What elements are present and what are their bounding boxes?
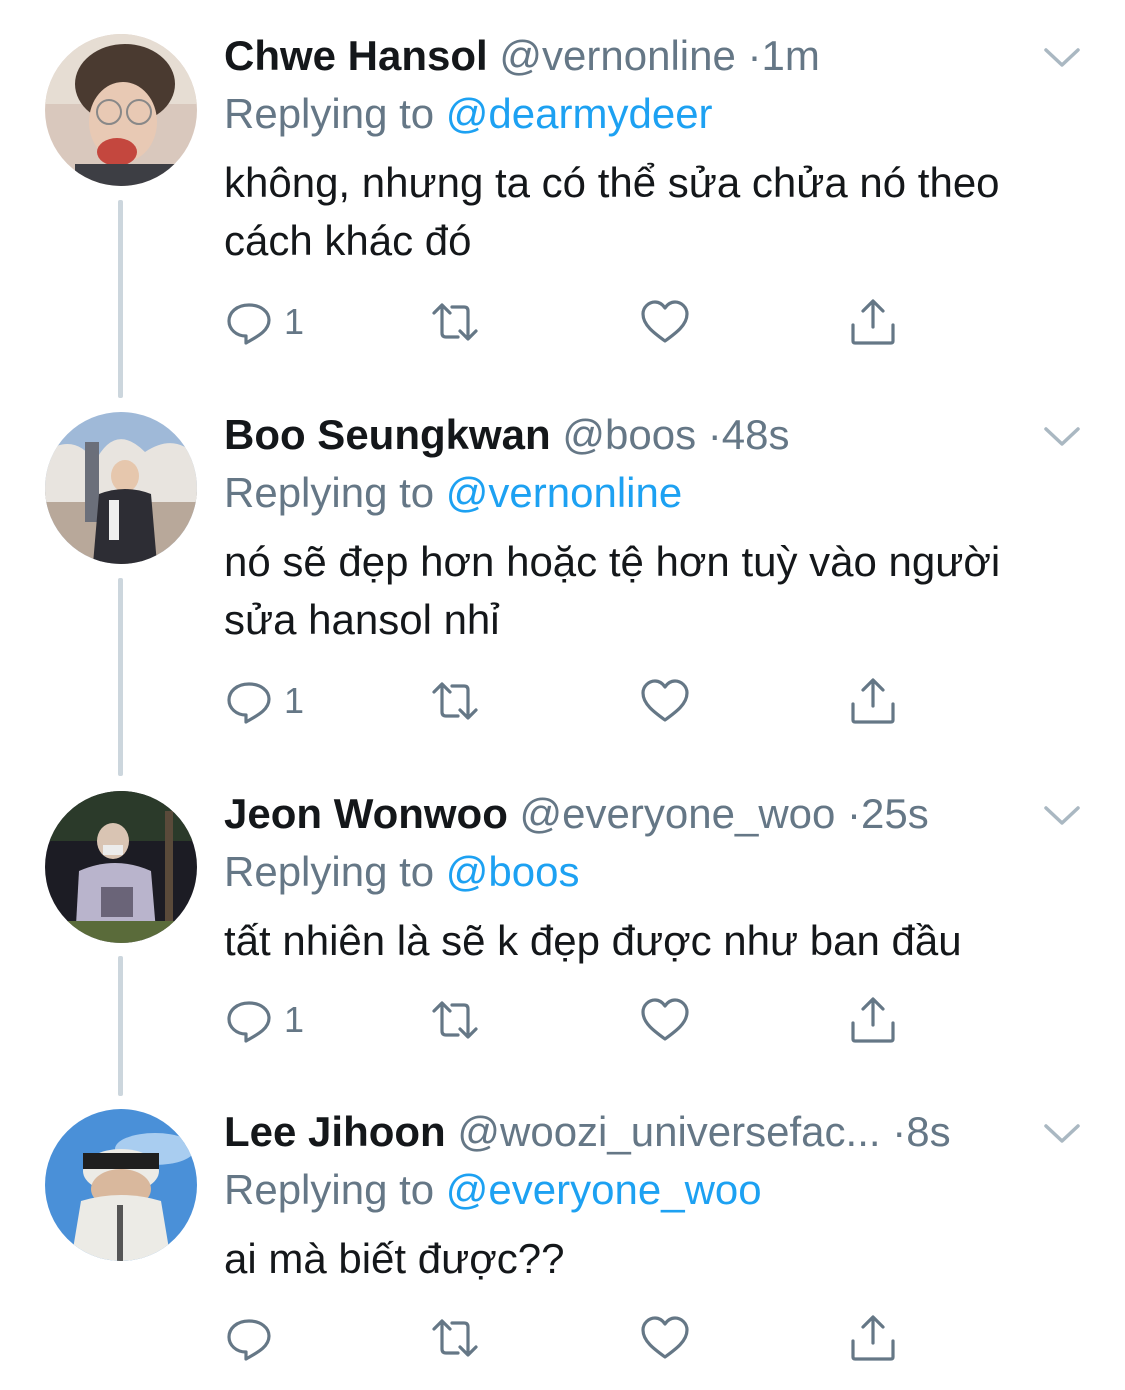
- avatar-photo: [45, 1109, 197, 1261]
- tweet-header: Chwe Hansol @vernonline ·1m: [224, 30, 1095, 82]
- tweet-actions: [224, 1308, 924, 1368]
- chevron-down-icon[interactable]: [1043, 1122, 1081, 1146]
- tweet-text: tất nhiên là sẽ k đẹp được như ban đầu: [224, 917, 962, 964]
- like-button[interactable]: [640, 1308, 690, 1368]
- replying-to: Replying to @everyone_woo: [224, 1164, 762, 1216]
- avatar-photo: [45, 791, 197, 943]
- user-handle[interactable]: @everyone_woo: [520, 790, 836, 837]
- tweet-text: nó sẽ đẹp hơn hoặc tệ hơn tuỳ vào người …: [224, 538, 1001, 643]
- heart-icon: [641, 998, 689, 1041]
- tweet-text: không, nhưng ta có thể sửa chửa nó theo …: [224, 159, 1000, 264]
- share-upload-icon: [851, 299, 895, 345]
- user-handle[interactable]: @boos: [562, 411, 696, 458]
- reply-count: 1: [284, 680, 305, 721]
- replying-to-label: Replying to: [224, 469, 435, 516]
- like-button[interactable]: [640, 990, 690, 1050]
- timestamp[interactable]: 25s: [861, 790, 929, 837]
- tweet-header: Lee Jihoon @woozi_universefac... ·8s: [224, 1106, 1095, 1158]
- reply-bubble-icon: [227, 1319, 271, 1361]
- user-handle[interactable]: @vernonline: [499, 32, 735, 79]
- timestamp[interactable]: 48s: [722, 411, 790, 458]
- separator-dot: ·: [892, 1108, 907, 1155]
- tweet-header: Boo Seungkwan @boos ·48s: [224, 409, 1095, 461]
- like-button[interactable]: [640, 292, 690, 352]
- chevron-down-icon[interactable]: [1043, 46, 1081, 70]
- reply-button[interactable]: 1: [224, 292, 304, 352]
- retweet-arrows-icon: [432, 1319, 478, 1357]
- retweet-arrows-icon: [432, 303, 478, 341]
- share-upload-icon: [851, 1315, 895, 1361]
- heart-icon: [641, 300, 689, 343]
- mention-link[interactable]: @dearmydeer: [446, 90, 713, 137]
- mention-link[interactable]: @everyone_woo: [446, 1166, 762, 1213]
- like-button[interactable]: [640, 671, 690, 731]
- tweet-header: Jeon Wonwoo @everyone_woo ·25s: [224, 788, 1095, 840]
- share-button[interactable]: [848, 671, 898, 731]
- avatar[interactable]: [45, 791, 197, 943]
- separator-dot: ·: [847, 790, 862, 837]
- avatar[interactable]: [45, 1109, 197, 1261]
- mention-link[interactable]: @boos: [446, 848, 580, 895]
- display-name[interactable]: Boo Seungkwan: [224, 411, 551, 458]
- share-button[interactable]: [848, 1308, 898, 1368]
- reply-button[interactable]: 1: [224, 990, 304, 1050]
- avatar[interactable]: [45, 34, 197, 186]
- display-name[interactable]: Chwe Hansol: [224, 32, 488, 79]
- reply-bubble-icon: [227, 303, 271, 345]
- conversation-thread: Chwe Hansol @vernonline ·1m Replying to …: [0, 0, 1125, 1390]
- replying-to: Replying to @dearmydeer: [224, 88, 713, 140]
- tweet-actions: 1: [224, 671, 924, 731]
- replying-to: Replying to @boos: [224, 846, 580, 898]
- chevron-down-icon[interactable]: [1043, 804, 1081, 828]
- tweet-actions: 1: [224, 292, 924, 352]
- avatar[interactable]: [45, 412, 197, 564]
- timestamp[interactable]: 1m: [762, 32, 820, 79]
- share-upload-icon: [851, 678, 895, 724]
- tweet-text: ai mà biết được??: [224, 1235, 565, 1282]
- avatar-photo: [45, 412, 197, 564]
- retweet-button[interactable]: [430, 671, 480, 731]
- tweet-actions: 1: [224, 990, 924, 1050]
- separator-dot: ·: [707, 411, 722, 458]
- replying-to: Replying to @vernonline: [224, 467, 682, 519]
- retweet-button[interactable]: [430, 1308, 480, 1368]
- reply-count: 1: [284, 999, 305, 1040]
- display-name[interactable]: Lee Jihoon: [224, 1108, 446, 1155]
- share-upload-icon: [851, 997, 895, 1043]
- replying-to-label: Replying to: [224, 1166, 435, 1213]
- retweet-button[interactable]: [430, 292, 480, 352]
- reply-bubble-icon: [227, 682, 271, 724]
- replying-to-label: Replying to: [224, 90, 435, 137]
- avatar-photo: [45, 34, 197, 186]
- thread-connector-line: [118, 200, 123, 398]
- timestamp[interactable]: 8s: [906, 1108, 950, 1155]
- thread-connector-line: [118, 956, 123, 1096]
- reply-button[interactable]: 1: [224, 671, 304, 731]
- heart-icon: [641, 679, 689, 722]
- heart-icon: [641, 1316, 689, 1359]
- display-name[interactable]: Jeon Wonwoo: [224, 790, 508, 837]
- mention-link[interactable]: @vernonline: [446, 469, 682, 516]
- share-button[interactable]: [848, 292, 898, 352]
- retweet-button[interactable]: [430, 990, 480, 1050]
- replying-to-label: Replying to: [224, 848, 435, 895]
- reply-bubble-icon: [227, 1001, 271, 1043]
- chevron-down-icon[interactable]: [1043, 425, 1081, 449]
- retweet-arrows-icon: [432, 682, 478, 720]
- reply-button[interactable]: [224, 1308, 284, 1368]
- separator-dot: ·: [747, 32, 762, 79]
- user-handle[interactable]: @woozi_universefac...: [457, 1108, 880, 1155]
- thread-connector-line: [118, 578, 123, 776]
- reply-count: 1: [284, 301, 305, 342]
- retweet-arrows-icon: [432, 1001, 478, 1039]
- share-button[interactable]: [848, 990, 898, 1050]
